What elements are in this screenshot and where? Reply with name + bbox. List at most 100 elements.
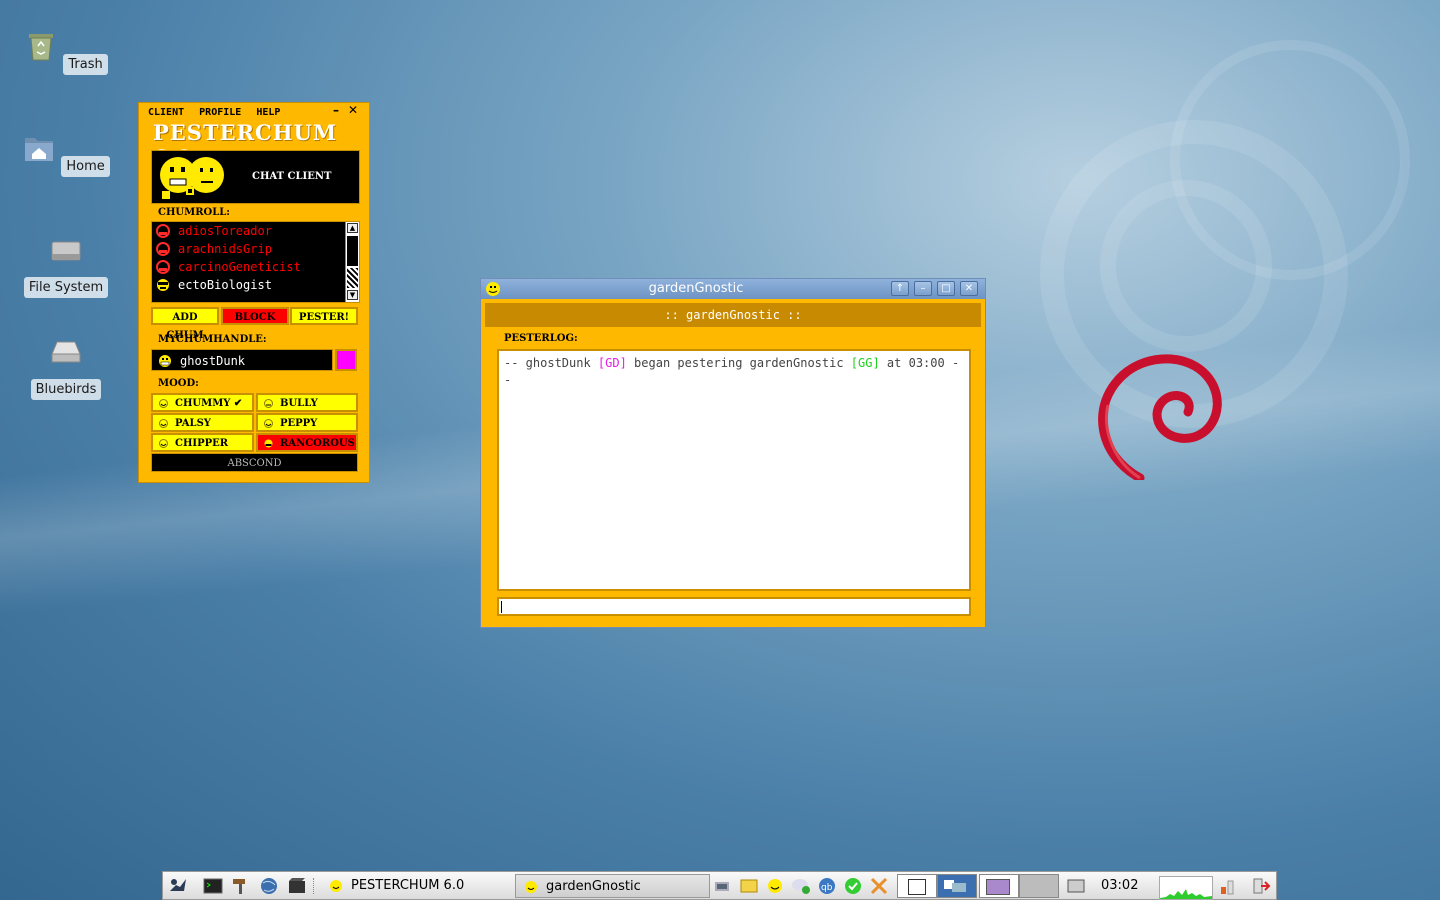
workspace-window-preview: [952, 883, 966, 892]
rancorous-face-icon: [156, 260, 170, 274]
my-chum-handle[interactable]: ghostDunk: [151, 349, 333, 371]
menu-client[interactable]: CLIENT: [148, 107, 184, 118]
chat-bubble-icon[interactable]: [791, 877, 811, 895]
chum-handle: arachnidsGrip: [178, 242, 272, 256]
clock[interactable]: 03:02: [1101, 878, 1138, 893]
rancorous-face-icon: [156, 242, 170, 256]
mood-rancorous-button[interactable]: RANCOROUS: [256, 433, 358, 452]
mood-bully-label: BULLY: [280, 398, 318, 409]
terminal-icon[interactable]: [203, 877, 223, 895]
abscond-button[interactable]: ABSCOND: [151, 453, 358, 472]
desktop-icon-home[interactable]: Home: [21, 130, 111, 177]
my-handle-text: ghostDunk: [180, 354, 246, 368]
minimize-button[interactable]: –: [914, 281, 932, 296]
update-check-icon[interactable]: [843, 877, 863, 895]
log-text: -- ghostDunk: [504, 356, 598, 370]
mychumhandle-label: MYCHUMHANDLE:: [158, 334, 267, 345]
web-browser-icon[interactable]: [259, 877, 279, 895]
minimize-button[interactable]: –: [333, 103, 339, 117]
screenshot-icon[interactable]: [1066, 877, 1086, 895]
trash-icon: [29, 34, 54, 61]
desktop-icon-label: Home: [61, 156, 110, 177]
taskbar-separator: [313, 878, 316, 894]
chum-handle: adiosToreador: [178, 224, 272, 238]
add-chum-button[interactable]: ADD CHUM: [151, 307, 219, 341]
cpu-meter-icon[interactable]: [1217, 877, 1237, 895]
chipper-face-icon: [159, 439, 168, 448]
scroll-down-arrow-icon[interactable]: ▼: [347, 290, 358, 300]
workspace-3[interactable]: [979, 874, 1019, 898]
mood-chipper-button[interactable]: CHIPPER: [151, 433, 254, 452]
workspace-window-preview: [986, 879, 1010, 895]
pesterchum-window: CLIENT PROFILE HELP – ✕ PESTERCHUM 6.0 C…: [138, 102, 370, 483]
pester-button[interactable]: PESTER!: [290, 307, 358, 325]
workspace-window-preview: [908, 879, 926, 895]
palsy-face-icon: [159, 419, 168, 428]
rancorous-face-icon: [156, 224, 170, 238]
desktop-icon-bluebirds[interactable]: Bluebirds: [21, 334, 111, 400]
shade-button[interactable]: ↑: [891, 281, 909, 296]
scroll-track[interactable]: [347, 268, 358, 288]
menu-help[interactable]: HELP: [256, 107, 280, 118]
task-pesterchum[interactable]: PESTERCHUM 6.0: [321, 874, 511, 898]
settings-manager-icon[interactable]: [231, 877, 251, 895]
workspace-1[interactable]: [897, 874, 937, 898]
mood-chipper-label: CHIPPER: [175, 438, 229, 449]
chat-titlebar[interactable]: gardenGnostic ↑ – □ ✕: [481, 279, 985, 299]
banner-text: CHAT CLIENT: [252, 171, 332, 182]
mood-rancorous-label: RANCOROUS: [280, 438, 355, 449]
chumroll-scrollbar[interactable]: ▲ ▼: [345, 222, 359, 302]
peppy-face-icon: [264, 419, 273, 428]
chummy-face-icon: [157, 279, 169, 291]
mood-peppy-button[interactable]: PEPPY: [256, 413, 358, 432]
chum-item[interactable]: carcinoGeneticist: [152, 258, 359, 276]
media-player-icon[interactable]: [287, 877, 307, 895]
rancorous-face-icon: [264, 439, 273, 448]
chat-window-title: gardenGnostic: [648, 281, 744, 296]
mood-palsy-button[interactable]: PALSY: [151, 413, 254, 432]
task-label: gardenGnostic: [546, 879, 641, 894]
chumroll-list[interactable]: adiosToreador arachnidsGrip carcinoGenet…: [151, 221, 360, 303]
pesterchum-tray-icon[interactable]: [765, 877, 785, 895]
mood-label: MOOD:: [158, 378, 199, 389]
notes-icon[interactable]: [739, 877, 759, 895]
chumroll-label: CHUMROLL:: [158, 207, 230, 218]
chum-item[interactable]: adiosToreador: [152, 222, 359, 240]
pesterchum-face-icon: [525, 881, 537, 893]
task-label: PESTERCHUM 6.0: [351, 878, 465, 893]
taskbar: PESTERCHUM 6.0 gardenGnostic qb 03:02: [162, 871, 1277, 900]
maximize-button[interactable]: □: [937, 281, 955, 296]
scroll-up-arrow-icon[interactable]: ▲: [347, 223, 358, 233]
network-load-graph-icon: [1159, 876, 1213, 900]
pesterlog-text[interactable]: -- ghostDunk [GD] began pestering garden…: [497, 349, 971, 591]
workspace-4[interactable]: [1019, 874, 1059, 898]
logout-icon[interactable]: [1251, 877, 1271, 895]
block-button[interactable]: BLOCK: [221, 307, 289, 325]
chum-handle: carcinoGeneticist: [178, 260, 301, 274]
message-input[interactable]: [497, 597, 971, 616]
workspace-2[interactable]: [937, 874, 977, 898]
close-x-icon[interactable]: [869, 877, 889, 895]
pesterchum-face-icon: [330, 880, 342, 892]
pesterchum-logo-icon: [160, 157, 224, 199]
desktop-icon-file-system[interactable]: File System: [21, 232, 111, 298]
scroll-thumb[interactable]: [347, 236, 358, 266]
qbittorrent-icon[interactable]: qb: [817, 877, 837, 895]
desktop-icon-trash[interactable]: Trash: [21, 28, 111, 75]
xfce-menu-icon[interactable]: [168, 877, 188, 895]
chum-item[interactable]: ectoBiologist: [152, 276, 359, 294]
mood-chummy-button[interactable]: CHUMMY ✔: [151, 393, 254, 412]
chat-header: :: gardenGnostic ::: [485, 303, 981, 327]
desktop-icon-label: Trash: [63, 54, 108, 75]
bully-face-icon: [264, 399, 273, 408]
menu-profile[interactable]: PROFILE: [199, 107, 241, 118]
chummy-face-icon: [159, 399, 168, 408]
mood-bully-button[interactable]: BULLY: [256, 393, 358, 412]
task-gardengnostic[interactable]: gardenGnostic: [515, 874, 710, 898]
close-button[interactable]: ✕: [348, 103, 358, 117]
my-color-swatch[interactable]: [335, 349, 357, 371]
chum-item[interactable]: arachnidsGrip: [152, 240, 359, 258]
svg-text:qb: qb: [821, 883, 833, 893]
close-button[interactable]: ✕: [960, 281, 978, 296]
network-icon[interactable]: [713, 877, 733, 895]
